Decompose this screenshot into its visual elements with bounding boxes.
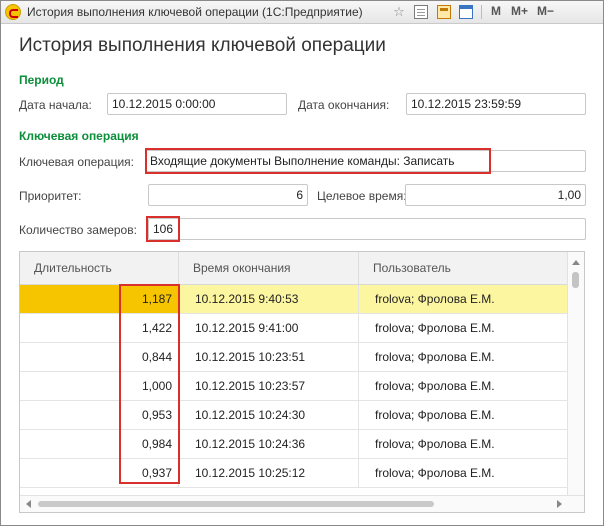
table-header: Длительность Время окончания Пользовател… [20, 252, 568, 285]
calendar-icon[interactable] [459, 5, 473, 19]
user-cell: frolova; Фролова Е.М. [375, 350, 495, 364]
title-bar: История выполнения ключевой операции (1С… [1, 1, 603, 24]
duration-cell: 0,984 [20, 430, 179, 458]
column-header-duration[interactable]: Длительность [20, 252, 179, 284]
vertical-scrollbar[interactable] [567, 252, 584, 496]
form-title: История выполнения ключевой операции [19, 35, 386, 56]
memory-plus-button[interactable]: M+ [511, 4, 528, 18]
measurements-count-field[interactable]: 106 [148, 218, 586, 240]
table-row[interactable]: 0,953 10.12.2015 10:24:30 frolova; Фроло… [20, 401, 568, 430]
vertical-scroll-thumb[interactable] [572, 272, 579, 288]
target-time-label: Целевое время: [317, 189, 407, 203]
period-section-title: Период [19, 73, 64, 87]
start-date-label: Дата начала: [19, 98, 92, 112]
end-time-cell: 10.12.2015 10:25:12 [179, 459, 359, 487]
end-time-cell: 10.12.2015 9:41:00 [179, 314, 359, 342]
table-body: 1,187 10.12.2015 9:40:53 frolova; Фролов… [20, 285, 568, 488]
end-time-cell: 10.12.2015 10:24:36 [179, 430, 359, 458]
table-row[interactable]: 1,422 10.12.2015 9:41:00 frolova; Фролов… [20, 314, 568, 343]
table-row[interactable]: 0,844 10.12.2015 10:23:51 frolova; Фроло… [20, 343, 568, 372]
user-cell: frolova; Фролова Е.М. [375, 466, 495, 480]
duration-cell: 1,187 [20, 285, 179, 313]
document-icon[interactable] [414, 5, 428, 19]
user-cell: frolova; Фролова Е.М. [375, 292, 495, 306]
start-date-field[interactable]: 10.12.2015 0:00:00 [107, 93, 287, 115]
end-time-cell: 10.12.2015 10:23:57 [179, 372, 359, 400]
measurements-table[interactable]: Длительность Время окончания Пользовател… [19, 251, 585, 513]
table-row[interactable]: 1,000 10.12.2015 10:23:57 frolova; Фроло… [20, 372, 568, 401]
end-time-cell: 10.12.2015 9:40:53 [179, 285, 359, 313]
measurements-count-label: Количество замеров: [19, 223, 137, 237]
end-date-field[interactable]: 10.12.2015 23:59:59 [406, 93, 586, 115]
end-time-cell: 10.12.2015 10:23:51 [179, 343, 359, 371]
scroll-left-arrow-icon[interactable] [26, 500, 31, 508]
key-operation-label: Ключевая операция: [19, 155, 135, 169]
horizontal-scroll-thumb[interactable] [38, 501, 434, 507]
table-row[interactable]: 0,937 10.12.2015 10:25:12 frolova; Фроло… [20, 459, 568, 488]
calculator-icon[interactable] [437, 5, 451, 19]
column-header-user[interactable]: Пользователь [359, 252, 568, 284]
1c-logo-icon[interactable] [5, 4, 21, 20]
duration-cell: 0,844 [20, 343, 179, 371]
end-date-label: Дата окончания: [298, 98, 390, 112]
app-window: История выполнения ключевой операции (1С… [0, 0, 604, 526]
horizontal-scrollbar[interactable] [20, 495, 584, 512]
target-time-field[interactable]: 1,00 [405, 184, 586, 206]
key-operation-field[interactable]: Входящие документы Выполнение команды: З… [145, 150, 586, 172]
memory-button[interactable]: M [491, 4, 501, 18]
priority-field[interactable]: 6 [148, 184, 308, 206]
scroll-right-arrow-icon[interactable] [557, 500, 562, 508]
toolbar-divider [481, 5, 482, 19]
end-time-cell: 10.12.2015 10:24:30 [179, 401, 359, 429]
column-header-end-time[interactable]: Время окончания [179, 252, 359, 284]
user-cell: frolova; Фролова Е.М. [375, 437, 495, 451]
window-title: История выполнения ключевой операции (1С… [27, 5, 363, 19]
duration-cell: 1,422 [20, 314, 179, 342]
duration-cell: 0,937 [20, 459, 179, 487]
priority-label: Приоритет: [19, 189, 82, 203]
duration-cell: 0,953 [20, 401, 179, 429]
star-icon[interactable]: ☆ [392, 5, 406, 19]
scroll-up-arrow-icon[interactable] [572, 260, 580, 265]
memory-minus-button[interactable]: M− [537, 4, 554, 18]
duration-cell: 1,000 [20, 372, 179, 400]
table-row[interactable]: 0,984 10.12.2015 10:24:36 frolova; Фроло… [20, 430, 568, 459]
key-operation-section-title: Ключевая операция [19, 129, 139, 143]
user-cell: frolova; Фролова Е.М. [375, 379, 495, 393]
user-cell: frolova; Фролова Е.М. [375, 321, 495, 335]
table-row[interactable]: 1,187 10.12.2015 9:40:53 frolova; Фролов… [20, 285, 568, 314]
user-cell: frolova; Фролова Е.М. [375, 408, 495, 422]
